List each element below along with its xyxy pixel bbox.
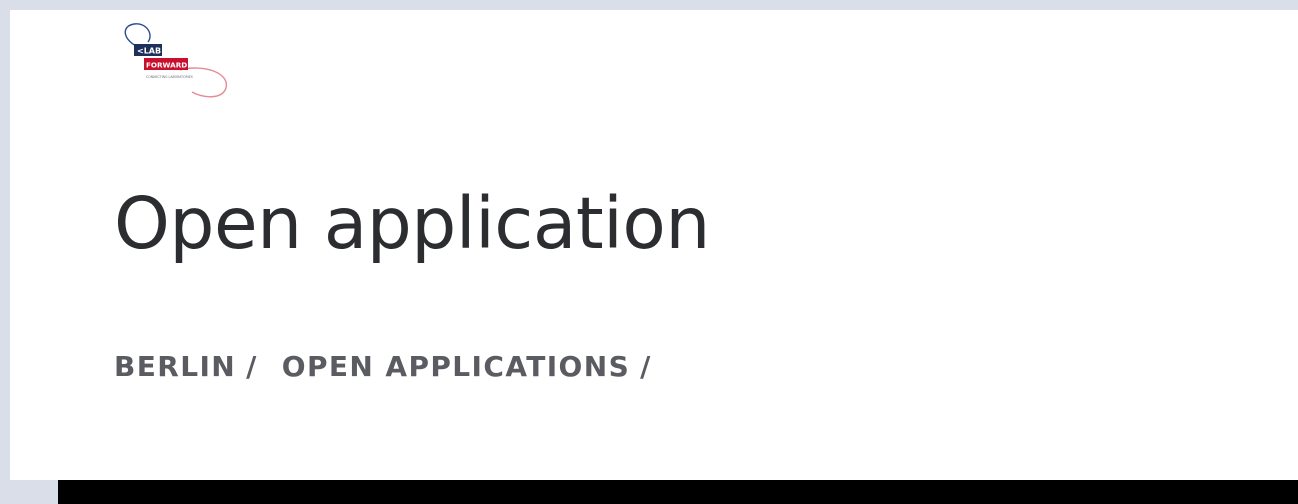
breadcrumb: BERLIN / OPEN APPLICATIONS / (114, 350, 652, 383)
lab-forward-logo-mark: <LAB FORWARD> CONNECTING LABORATORIES (124, 23, 227, 98)
breadcrumb-separator: / (246, 350, 258, 383)
page-content: <LAB FORWARD> CONNECTING LABORATORIES Op… (10, 10, 1298, 480)
breadcrumb-item-berlin[interactable]: BERLIN (114, 350, 236, 383)
breadcrumb-separator: / (640, 350, 652, 383)
breadcrumb-item-open-applications[interactable]: OPEN APPLICATIONS (282, 350, 630, 383)
dark-content-section (58, 480, 1298, 504)
lab-forward-logo[interactable]: <LAB FORWARD> CONNECTING LABORATORIES (118, 20, 228, 100)
logo-tagline: CONNECTING LABORATORIES (146, 75, 193, 79)
page-title: Open application (114, 182, 710, 265)
logo-line2: FORWARD> (146, 61, 193, 70)
logo-line1: <LAB (137, 47, 161, 56)
